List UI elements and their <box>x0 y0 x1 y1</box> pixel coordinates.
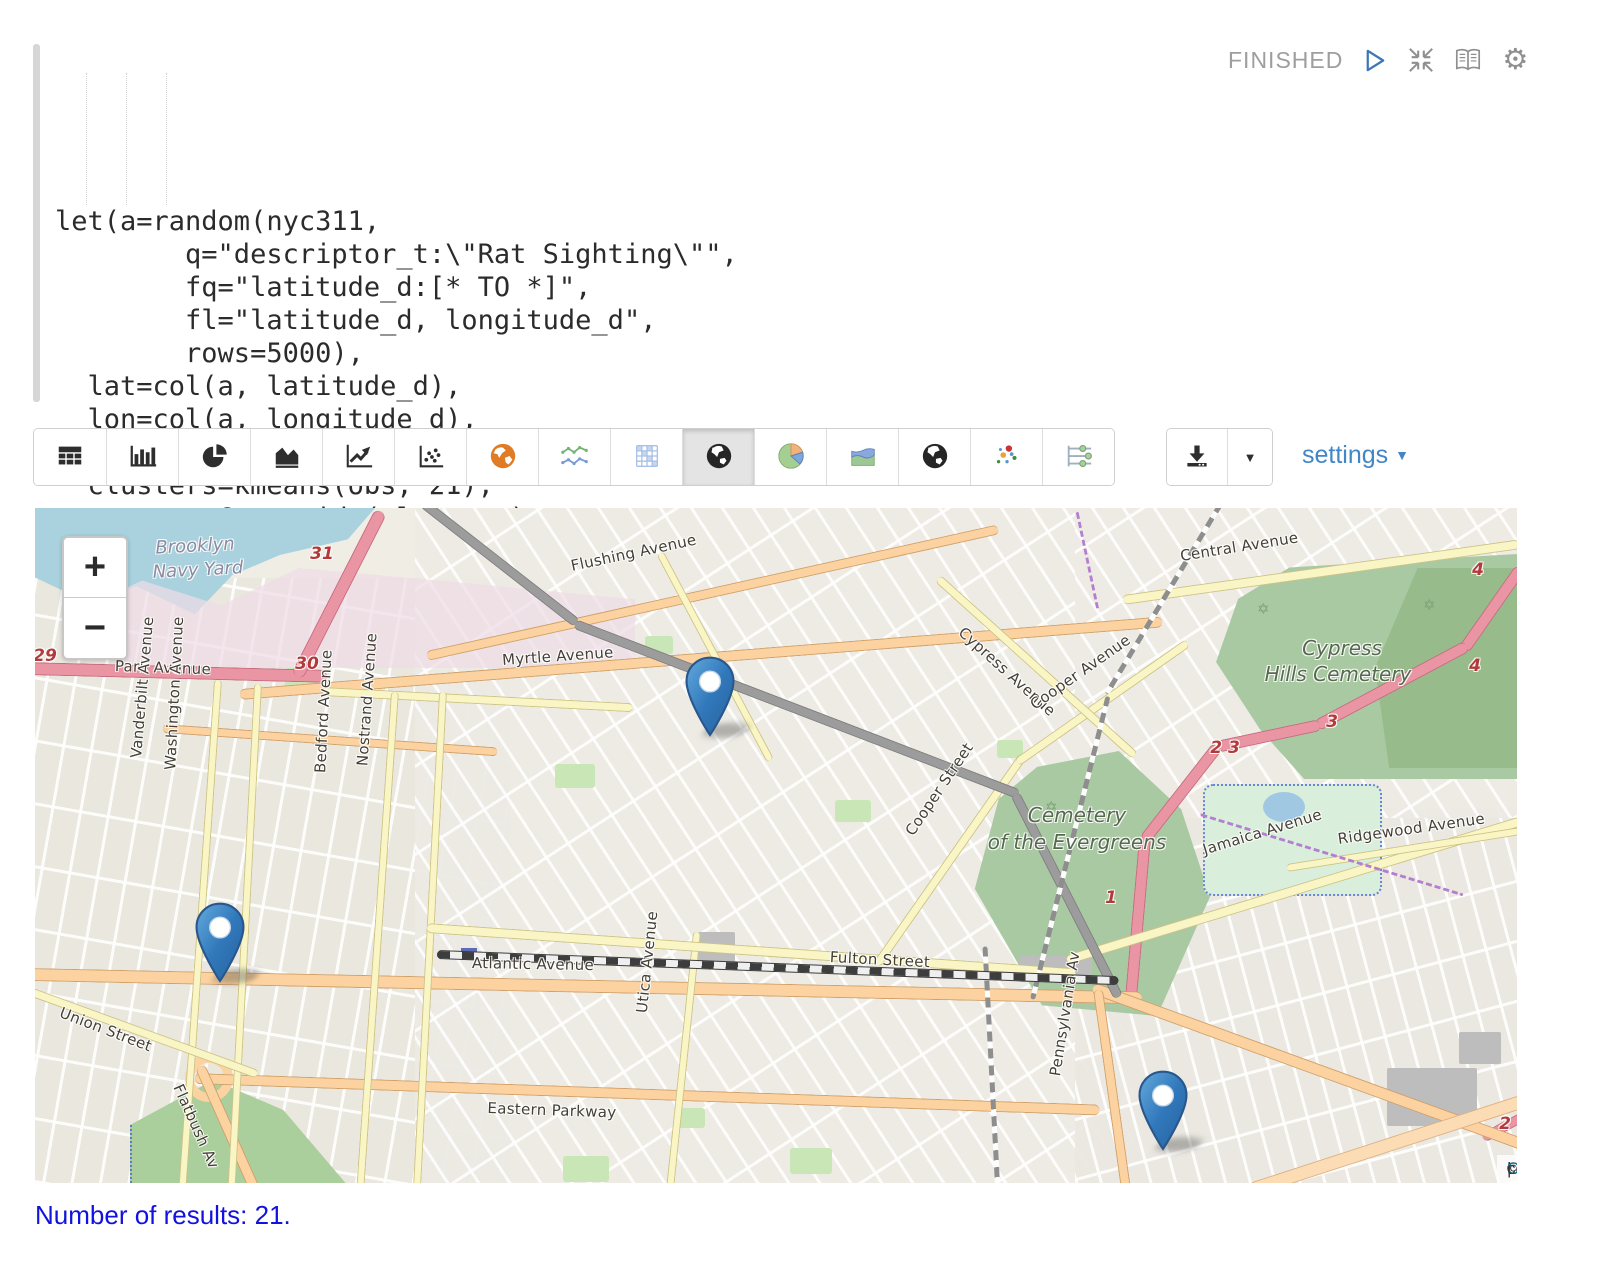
line-chart-button[interactable] <box>322 429 394 485</box>
bar-chart-button[interactable] <box>106 429 178 485</box>
map-attribution: Leaflet | © OpenStreetMap contributors <box>1497 1155 1517 1183</box>
attribution-suffix: contributors <box>1507 1159 1517 1179</box>
area-chart-colored-button[interactable] <box>826 429 898 485</box>
line-chart-icon <box>344 441 374 474</box>
zoom-out-button[interactable]: − <box>64 598 126 658</box>
play-icon[interactable] <box>1358 44 1390 76</box>
globe-orange-button[interactable] <box>466 429 538 485</box>
download-caret-button[interactable]: ▼ <box>1227 429 1272 485</box>
sparklines-icon <box>559 441 591 474</box>
pie-chart-icon <box>200 441 230 474</box>
chart-type-group <box>33 428 1115 486</box>
map-markers-layer <box>35 508 1517 1183</box>
area-chart-button[interactable] <box>250 429 322 485</box>
table-button[interactable] <box>34 429 106 485</box>
sliders-icon <box>1063 441 1095 474</box>
globe-dark-icon <box>704 441 734 474</box>
paragraph-controls: FINISHED ⚙ <box>1228 44 1531 76</box>
pie-chart-colored-button[interactable] <box>754 429 826 485</box>
book-toc-icon[interactable] <box>1452 44 1484 76</box>
scatter-plot-button[interactable] <box>394 429 466 485</box>
pie-chart-button[interactable] <box>178 429 250 485</box>
scatter-icon <box>416 441 446 474</box>
globe-orange-icon <box>488 441 518 474</box>
map-marker-pin[interactable] <box>1138 1070 1188 1151</box>
gear-icon[interactable]: ⚙ <box>1499 44 1531 76</box>
matrix-button[interactable] <box>610 429 682 485</box>
code-line: q="descriptor_t:\"Rat Sighting\"", <box>55 238 835 271</box>
code-line: fl="latitude_d, longitude_d", <box>55 304 835 337</box>
zoom-in-button[interactable]: + <box>64 538 126 598</box>
pie-colored-icon <box>776 441 806 474</box>
zeppelin-paragraph: let(a=random(nyc311, q="descriptor_t:\"R… <box>0 0 1618 1286</box>
area-colored-icon <box>848 441 878 474</box>
map-marker-pin[interactable] <box>195 902 245 983</box>
paragraph-status: FINISHED <box>1228 47 1343 74</box>
caret-down-icon: ▼ <box>1244 450 1257 465</box>
area-chart-icon <box>272 441 302 474</box>
slider-controls-button[interactable] <box>1042 429 1114 485</box>
globe-alt-button[interactable] <box>898 429 970 485</box>
globe-dark-icon <box>920 441 950 474</box>
code-line: rows=5000), <box>55 337 835 370</box>
editor-scrollbar[interactable] <box>33 44 40 402</box>
code-line: lat=col(a, latitude_d), <box>55 370 835 403</box>
indent-guide <box>86 73 87 205</box>
indent-guide <box>126 73 127 205</box>
collapse-icon[interactable] <box>1405 44 1437 76</box>
download-group: ▼ <box>1166 428 1273 486</box>
table-icon <box>55 441 85 474</box>
leaflet-map-button[interactable] <box>682 429 754 485</box>
code-line: fq="latitude_d:[* TO *]", <box>55 271 835 304</box>
download-icon <box>1183 442 1211 473</box>
sparklines-button[interactable] <box>538 429 610 485</box>
settings-link[interactable]: settings ▼ <box>1302 441 1409 470</box>
code-line: let(a=random(nyc311, <box>55 205 835 238</box>
result-text: Number of results: 21. <box>35 1200 291 1231</box>
download-button[interactable] <box>1167 429 1227 485</box>
cluster-scatter-button[interactable] <box>970 429 1042 485</box>
map-marker-pin[interactable] <box>685 656 735 737</box>
bar-chart-icon <box>128 441 158 474</box>
leaflet-map[interactable]: ✡ ✡ ✡ BrooklynNavy YardFlushing AvenueCe… <box>35 508 1517 1183</box>
zoom-control: + − <box>62 536 128 660</box>
matrix-icon <box>632 441 662 474</box>
settings-label: settings <box>1302 441 1388 469</box>
caret-down-icon: ▼ <box>1395 447 1409 463</box>
code-lines: let(a=random(nyc311, q="descriptor_t:\"R… <box>55 40 835 568</box>
scatter-colored-icon <box>991 441 1023 474</box>
indent-guide <box>166 73 167 205</box>
